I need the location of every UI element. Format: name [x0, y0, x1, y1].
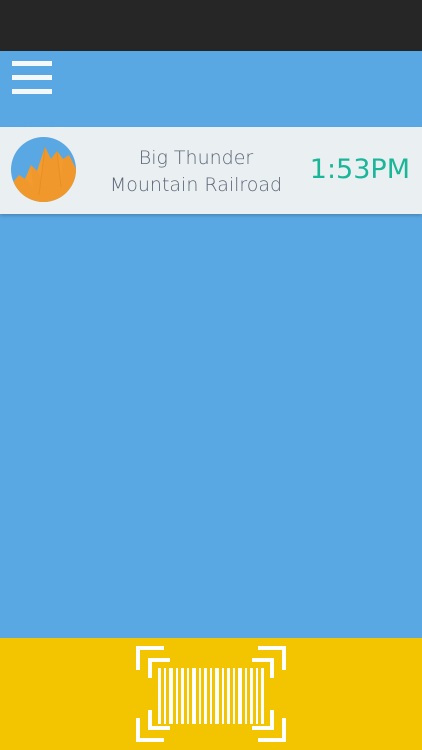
hamburger-menu-icon-line-bottom [12, 89, 52, 94]
ride-card[interactable]: Big Thunder Mountain Railroad 1:53PM [0, 127, 422, 214]
ride-time: 1:53PM [309, 154, 410, 185]
hamburger-menu-icon-line-top [12, 61, 52, 66]
status-bar [0, 0, 422, 51]
ride-name-line2: Mountain Railroad [109, 174, 283, 196]
ride-name-line1: Big Thunder [138, 147, 254, 169]
mountain-icon [11, 137, 76, 202]
menu-button[interactable] [12, 61, 52, 95]
barcode-scan-icon[interactable] [136, 646, 286, 742]
app-screen: Big Thunder Mountain Railroad 1:53PM [0, 0, 422, 750]
ride-name: Big Thunder Mountain Railroad [96, 145, 296, 199]
hamburger-menu-icon-line-middle [12, 75, 52, 80]
scan-bar [0, 638, 422, 750]
